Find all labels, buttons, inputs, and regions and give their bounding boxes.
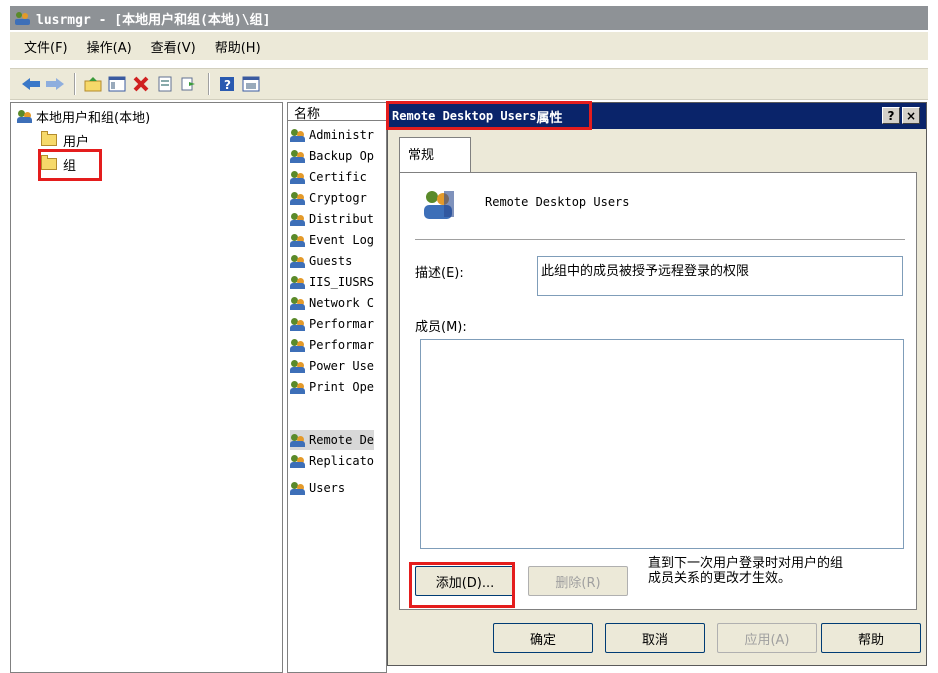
tab-general[interactable]: 常规 — [399, 137, 471, 173]
tab-panel-general: Remote Desktop Users 描述(E): 此组中的成员被授予远程登… — [399, 172, 917, 610]
view-icon[interactable] — [240, 73, 262, 95]
list-item[interactable]: Performar — [290, 314, 374, 334]
group-icon — [290, 170, 306, 184]
divider — [415, 239, 905, 240]
ok-button[interactable]: 确定 — [493, 623, 593, 653]
members-label: 成员(M): — [415, 320, 467, 335]
up-folder-icon[interactable] — [82, 73, 104, 95]
help-icon[interactable]: ? — [216, 73, 238, 95]
tree-root[interactable]: 本地用户和组(本地) — [17, 107, 151, 126]
group-large-icon — [420, 187, 456, 223]
highlight-box-dialog-title — [386, 101, 592, 130]
apply-button[interactable]: 应用(A) — [717, 623, 817, 653]
list-item[interactable]: Power Use — [290, 356, 374, 376]
properties-icon[interactable] — [154, 73, 176, 95]
group-icon — [290, 233, 306, 247]
group-icon — [290, 433, 306, 447]
list-item[interactable]: Distribut — [290, 209, 374, 229]
list-item[interactable]: Cryptogr — [290, 188, 367, 208]
close-button[interactable]: × — [902, 107, 920, 124]
delete-icon[interactable] — [130, 73, 152, 95]
app-users-icon — [14, 10, 32, 26]
tree-item-users-label: 用户 — [63, 134, 90, 150]
group-icon — [290, 296, 306, 310]
highlight-box-groups — [38, 149, 102, 181]
list-item[interactable]: Event Log — [290, 230, 374, 250]
group-icon — [290, 380, 306, 394]
back-icon[interactable] — [20, 73, 42, 95]
menu-view[interactable]: 查看(V) — [151, 37, 196, 56]
cancel-button[interactable]: 取消 — [605, 623, 705, 653]
list-item[interactable]: Guests — [290, 251, 352, 271]
help-button[interactable]: 帮助 — [821, 623, 921, 653]
tree-root-label: 本地用户和组(本地) — [36, 110, 151, 126]
list-item[interactable]: Network C — [290, 293, 374, 313]
window-title-bar: lusrmgr - [本地用户和组(本地)\组] — [10, 6, 928, 30]
description-field[interactable]: 此组中的成员被授予远程登录的权限 — [537, 256, 903, 296]
forward-icon[interactable] — [44, 73, 66, 95]
group-icon — [290, 275, 306, 289]
group-icon — [290, 128, 306, 142]
list-item[interactable]: Print Ope — [290, 377, 374, 397]
membership-note-line1: 直到下一次用户登录时对用户的组 — [648, 556, 844, 571]
toolbar-separator — [208, 73, 210, 95]
group-icon — [290, 338, 306, 352]
list-column-header-name[interactable]: 名称 — [288, 103, 386, 122]
help-title-button[interactable]: ? — [882, 107, 900, 124]
group-icon — [290, 454, 306, 468]
svg-text:?: ? — [224, 78, 231, 92]
list-item[interactable]: Administr — [290, 125, 374, 145]
folder-icon — [41, 131, 57, 146]
tree-item-users[interactable]: 用户 — [41, 131, 90, 150]
membership-note-line2: 成员关系的更改才生效。 — [648, 571, 792, 586]
list-item[interactable]: Replicato — [290, 451, 374, 471]
group-icon — [290, 254, 306, 268]
window-title: lusrmgr - [本地用户和组(本地)\组] — [36, 12, 271, 28]
group-list-pane: 名称 Administr Backup Op Certific Cryptogr… — [287, 102, 387, 673]
toolbar: ? — [10, 68, 928, 100]
list-item[interactable]: Certific — [290, 167, 367, 187]
membership-note: 直到下一次用户登录时对用户的组 成员关系的更改才生效。 — [648, 556, 843, 586]
group-icon — [290, 212, 306, 226]
highlight-box-add-button — [409, 562, 515, 608]
group-icon — [290, 149, 306, 163]
remove-button[interactable]: 删除(R) — [528, 566, 628, 596]
group-icon — [290, 481, 306, 495]
description-value: 此组中的成员被授予远程登录的权限 — [541, 264, 750, 279]
local-users-groups-icon — [17, 109, 33, 123]
group-icon — [290, 359, 306, 373]
group-name-label: Remote Desktop Users — [485, 195, 630, 209]
menu-action[interactable]: 操作(A) — [87, 37, 132, 56]
members-list[interactable] — [420, 339, 904, 549]
list-item-selected[interactable]: Remote De — [290, 430, 375, 450]
group-icon — [290, 191, 306, 205]
list-item[interactable]: IIS_IUSRS — [290, 272, 374, 292]
list-item[interactable]: Performar — [290, 335, 374, 355]
description-label: 描述(E): — [415, 266, 464, 281]
toolbar-separator — [74, 73, 76, 95]
tree-pane: 本地用户和组(本地) 用户 组 — [10, 102, 283, 673]
menu-help[interactable]: 帮助(H) — [215, 37, 261, 56]
list-item[interactable]: Backup Op — [290, 146, 374, 166]
list-item[interactable]: Users — [290, 478, 345, 498]
group-icon — [290, 317, 306, 331]
show-hide-tree-icon[interactable] — [106, 73, 128, 95]
menu-bar: 文件(F) 操作(A) 查看(V) 帮助(H) — [10, 32, 928, 60]
export-icon[interactable] — [178, 73, 200, 95]
menu-file[interactable]: 文件(F) — [24, 37, 68, 56]
